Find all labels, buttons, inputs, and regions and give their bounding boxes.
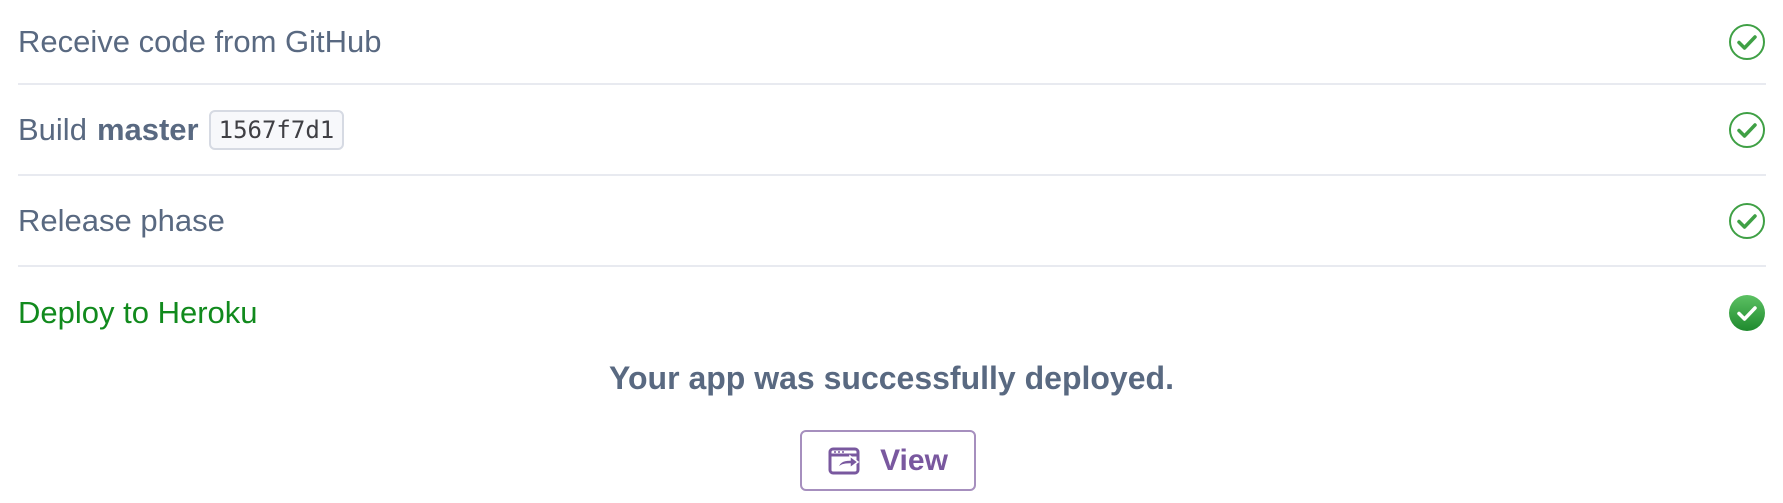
success-message: Your app was successfully deployed.	[609, 360, 1174, 396]
step-label: Receive code from GitHub	[18, 23, 382, 59]
step-label: Build master 1567f7d1	[18, 109, 345, 150]
step-release-phase: Release phase	[18, 176, 1766, 267]
view-button-label: View	[880, 443, 948, 477]
commit-hash-badge[interactable]: 1567f7d1	[208, 109, 345, 150]
step-label: Deploy to Heroku	[18, 294, 258, 330]
check-circle-icon	[1729, 23, 1765, 60]
step-receive-code: Receive code from GitHub	[18, 0, 1766, 85]
step-label: Release phase	[18, 202, 225, 238]
step-deploy-to-heroku: Deploy to Heroku	[18, 267, 1766, 358]
open-window-icon	[828, 447, 860, 474]
check-circle-filled-icon	[1729, 294, 1765, 331]
branch-name: master	[96, 111, 199, 147]
deploy-result: Your app was successfully deployed.	[0, 360, 1783, 397]
step-label-text: Build	[18, 111, 87, 147]
view-app-button[interactable]: View	[800, 430, 976, 491]
check-circle-icon	[1729, 111, 1765, 148]
deploy-steps: Receive code from GitHub Build master 15…	[18, 0, 1766, 358]
step-build: Build master 1567f7d1	[18, 85, 1766, 176]
check-circle-icon	[1729, 202, 1765, 239]
